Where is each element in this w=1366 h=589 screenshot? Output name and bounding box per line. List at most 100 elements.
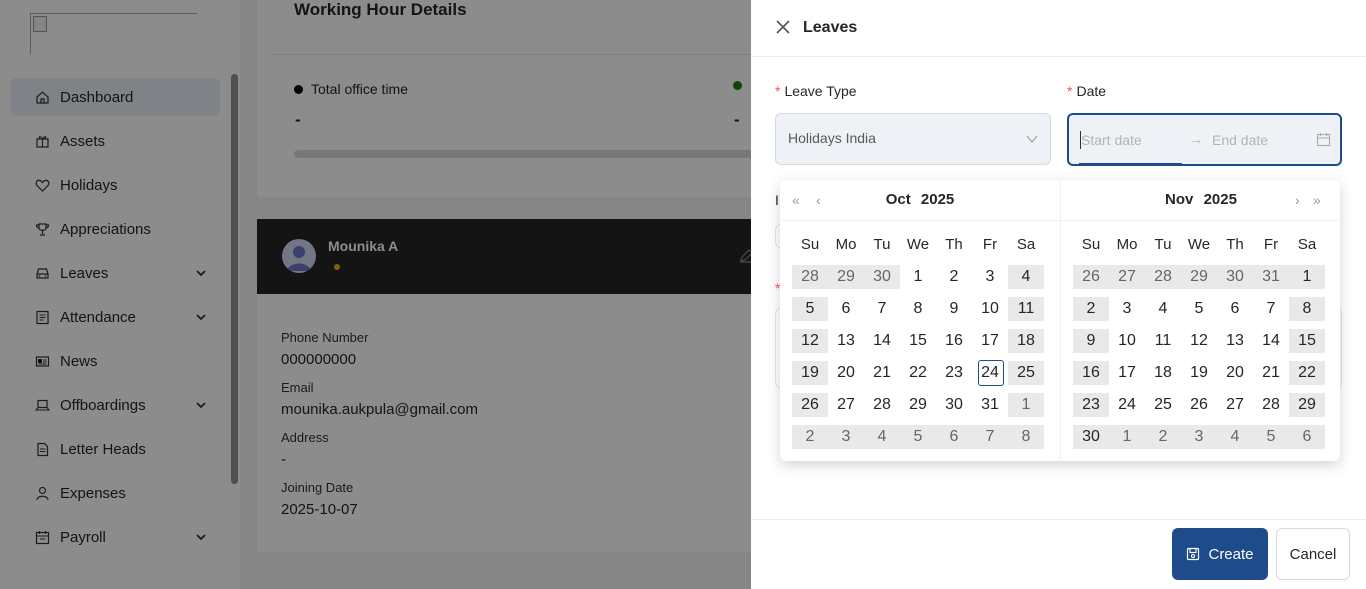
calendar-day[interactable]: 29 — [1181, 265, 1217, 289]
calendar-day[interactable]: 2 — [936, 265, 972, 289]
month-select[interactable]: Nov — [1165, 191, 1193, 208]
calendar-day[interactable]: 14 — [1253, 329, 1289, 353]
calendar-day[interactable]: 10 — [972, 297, 1008, 321]
date-range-picker[interactable]: Start date → End date — [1067, 113, 1342, 166]
calendar-day[interactable]: 15 — [900, 329, 936, 353]
calendar-day[interactable]: 7 — [1253, 297, 1289, 321]
calendar-day[interactable]: 2 — [1145, 425, 1181, 449]
next-month-icon[interactable]: › — [1295, 192, 1300, 208]
calendar-day[interactable]: 2 — [792, 425, 828, 449]
calendar-day[interactable]: 30 — [1217, 265, 1253, 289]
calendar-day[interactable]: 1 — [1109, 425, 1145, 449]
year-select[interactable]: 2025 — [1204, 191, 1237, 208]
calendar-day[interactable]: 10 — [1109, 329, 1145, 353]
calendar-day[interactable]: 6 — [1217, 297, 1253, 321]
calendar-day[interactable]: 15 — [1289, 329, 1325, 353]
calendar-day[interactable]: 26 — [1181, 393, 1217, 417]
calendar-day[interactable]: 21 — [1253, 361, 1289, 385]
calendar-day[interactable]: 23 — [1073, 393, 1109, 417]
calendar-day[interactable]: 24 — [972, 360, 1008, 386]
calendar-day[interactable]: 24 — [1109, 393, 1145, 417]
calendar-day[interactable]: 6 — [828, 297, 864, 321]
calendar-day[interactable]: 1 — [1008, 393, 1044, 417]
calendar-day[interactable]: 21 — [864, 361, 900, 385]
calendar-day[interactable]: 19 — [1181, 361, 1217, 385]
calendar-day[interactable]: 12 — [792, 329, 828, 353]
calendar-day[interactable]: 3 — [1109, 297, 1145, 321]
calendar-day[interactable]: 29 — [900, 393, 936, 417]
calendar-day[interactable]: 16 — [936, 329, 972, 353]
calendar-day[interactable]: 23 — [936, 361, 972, 385]
calendar-day[interactable]: 7 — [864, 297, 900, 321]
calendar-day[interactable]: 13 — [828, 329, 864, 353]
calendar-day[interactable]: 20 — [1217, 361, 1253, 385]
create-button[interactable]: Create — [1172, 528, 1268, 580]
calendar-day[interactable]: 5 — [1181, 297, 1217, 321]
calendar-day[interactable]: 27 — [828, 393, 864, 417]
calendar-day[interactable]: 3 — [972, 265, 1008, 289]
calendar-day[interactable]: 29 — [828, 265, 864, 289]
calendar-day[interactable]: 11 — [1008, 297, 1044, 321]
calendar-day[interactable]: 11 — [1145, 329, 1181, 353]
calendar-day[interactable]: 18 — [1008, 329, 1044, 353]
calendar-day[interactable]: 31 — [1253, 265, 1289, 289]
calendar-day[interactable]: 25 — [1145, 393, 1181, 417]
calendar-day[interactable]: 6 — [936, 425, 972, 449]
calendar-day[interactable]: 8 — [1289, 297, 1325, 321]
calendar-day[interactable]: 31 — [972, 393, 1008, 417]
calendar-day[interactable]: 9 — [936, 297, 972, 321]
calendar-day[interactable]: 8 — [900, 297, 936, 321]
close-icon[interactable] — [775, 19, 791, 35]
calendar-day[interactable]: 27 — [1217, 393, 1253, 417]
calendar-day[interactable]: 17 — [972, 329, 1008, 353]
calendar-day[interactable]: 8 — [1008, 425, 1044, 449]
calendar-day[interactable]: 5 — [1253, 425, 1289, 449]
calendar-day[interactable]: 19 — [792, 361, 828, 385]
year-select[interactable]: 2025 — [921, 191, 954, 208]
calendar-day[interactable]: 2 — [1073, 297, 1109, 321]
calendar-day[interactable]: 5 — [900, 425, 936, 449]
calendar-day[interactable]: 12 — [1181, 329, 1217, 353]
calendar-day[interactable]: 28 — [1253, 393, 1289, 417]
calendar-day[interactable]: 28 — [864, 393, 900, 417]
weekday-label: Sa — [1016, 236, 1036, 253]
calendar-day[interactable]: 16 — [1073, 361, 1109, 385]
calendar-day[interactable]: 14 — [864, 329, 900, 353]
month-select[interactable]: Oct — [886, 191, 911, 208]
calendar-day[interactable]: 4 — [864, 425, 900, 449]
calendar-day[interactable]: 30 — [1073, 425, 1109, 449]
calendar-day[interactable]: 25 — [1008, 361, 1044, 385]
day-grid: 26 27 28 29 30 31 1 2 3 4 5 6 7 8 9 10 11 12 13 14 15 16 17 18 1… — [1073, 264, 1325, 456]
calendar-day[interactable]: 18 — [1145, 361, 1181, 385]
modal-overlay[interactable] — [0, 0, 751, 589]
calendar-day[interactable]: 4 — [1217, 425, 1253, 449]
calendar-day[interactable]: 20 — [828, 361, 864, 385]
calendar-day[interactable]: 29 — [1289, 393, 1325, 417]
calendar-day[interactable]: 6 — [1289, 425, 1325, 449]
calendar-day[interactable]: 28 — [1145, 265, 1181, 289]
calendar-day[interactable]: 7 — [972, 425, 1008, 449]
next-year-icon[interactable]: » — [1313, 192, 1321, 208]
calendar-day[interactable]: 17 — [1109, 361, 1145, 385]
start-date-input[interactable]: Start date — [1081, 132, 1142, 148]
calendar-day[interactable]: 4 — [1008, 265, 1044, 289]
calendar-day[interactable]: 4 — [1145, 297, 1181, 321]
cancel-button[interactable]: Cancel — [1276, 528, 1350, 580]
calendar-day[interactable]: 3 — [828, 425, 864, 449]
calendar-day[interactable]: 26 — [1073, 265, 1109, 289]
calendar-day[interactable]: 27 — [1109, 265, 1145, 289]
calendar-day[interactable]: 26 — [792, 393, 828, 417]
calendar-day[interactable]: 1 — [900, 265, 936, 289]
calendar-day[interactable]: 3 — [1181, 425, 1217, 449]
calendar-day[interactable]: 9 — [1073, 329, 1109, 353]
calendar-day[interactable]: 28 — [792, 265, 828, 289]
calendar-day[interactable]: 13 — [1217, 329, 1253, 353]
calendar-day[interactable]: 30 — [864, 265, 900, 289]
calendar-day[interactable]: 30 — [936, 393, 972, 417]
calendar-day[interactable]: 1 — [1289, 265, 1325, 289]
calendar-day[interactable]: 22 — [1289, 361, 1325, 385]
end-date-input[interactable]: End date — [1212, 132, 1268, 148]
leave-type-select[interactable]: Holidays India — [775, 113, 1051, 165]
calendar-day[interactable]: 22 — [900, 361, 936, 385]
calendar-day[interactable]: 5 — [792, 297, 828, 321]
